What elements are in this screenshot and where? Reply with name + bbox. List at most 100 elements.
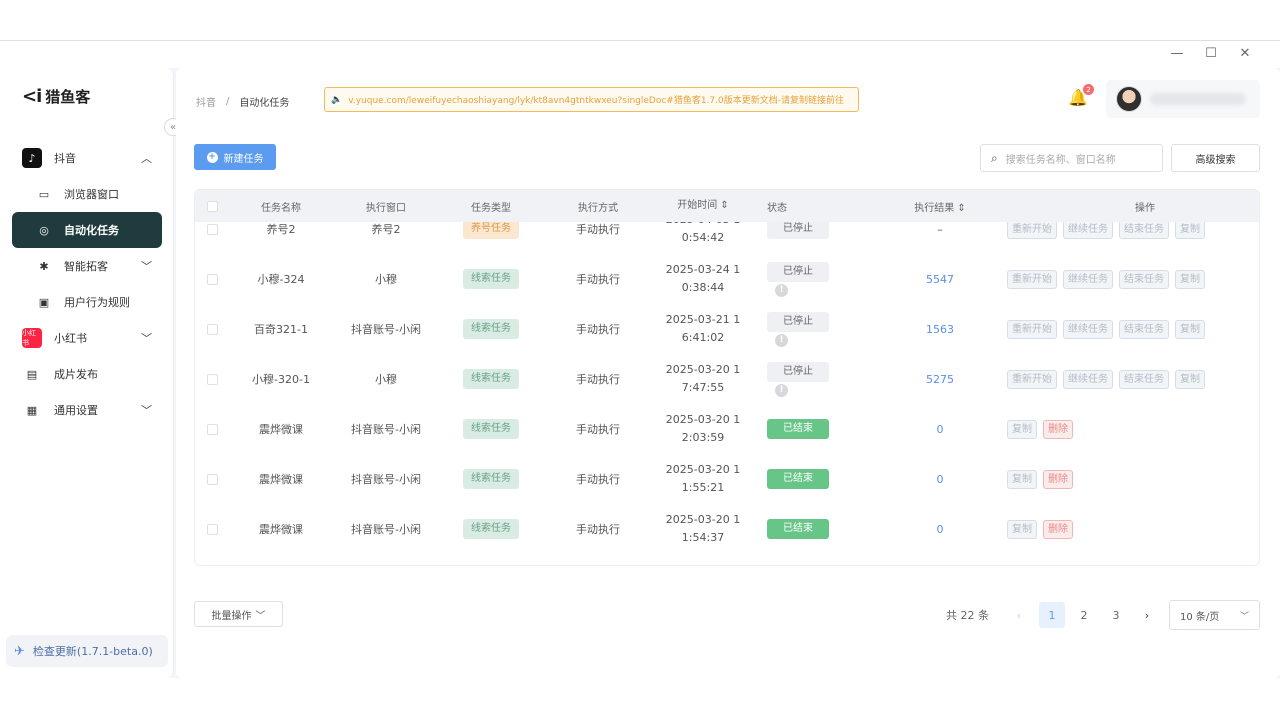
action-button-copy[interactable]: 复制: [1175, 269, 1205, 289]
page-3[interactable]: 3: [1103, 602, 1129, 628]
action-button-end[interactable]: 结束任务: [1119, 269, 1169, 289]
task-result[interactable]: 0: [895, 523, 985, 536]
task-actions: 复制 删除: [1007, 469, 1259, 489]
action-button-restart[interactable]: 重新开始: [1007, 269, 1057, 289]
task-result[interactable]: –: [895, 223, 985, 236]
row-checkbox[interactable]: [207, 373, 218, 385]
task-name: 养号2: [266, 223, 296, 236]
close-icon[interactable]: ✕: [1228, 44, 1262, 62]
update-notice-banner[interactable]: 🔈 v.yuque.com/leweifuyechaoshiayang/lyk/…: [324, 87, 859, 112]
action-button-continue[interactable]: 继续任务: [1063, 369, 1113, 389]
action-button-copy[interactable]: 复制: [1175, 222, 1205, 239]
status-badge: 已停止: [767, 222, 829, 239]
prev-page-icon[interactable]: ‹: [1007, 609, 1031, 622]
batch-label: 批量操作: [211, 610, 252, 622]
task-actions: 复制 删除: [1007, 519, 1259, 539]
user-profile[interactable]: [1106, 80, 1260, 118]
action-button-continue[interactable]: 继续任务: [1063, 269, 1113, 289]
breadcrumb-root[interactable]: 抖音: [196, 94, 216, 109]
action-button-delete[interactable]: 删除: [1043, 519, 1073, 539]
sidebar-item-browser-window[interactable]: ▭ 浏览器窗口: [12, 176, 162, 212]
sidebar-item-xiaohongshu[interactable]: 小红书 小红书 ﹀: [12, 320, 162, 356]
minimize-icon[interactable]: —: [1160, 44, 1194, 62]
page-size-select[interactable]: 10 条/页 ﹀: [1169, 600, 1260, 630]
task-result[interactable]: 5275: [895, 373, 985, 386]
sidebar-item-behavior-rules[interactable]: ▣ 用户行为规则: [12, 284, 162, 320]
action-button-end[interactable]: 结束任务: [1119, 319, 1169, 339]
row-checkbox[interactable]: [207, 323, 218, 335]
table-row[interactable]: 小穆-324 小穆 线索任务 手动执行 2025-03-24 1 0:38:44 已停止! 5…: [195, 254, 1259, 304]
action-button-restart[interactable]: 重新开始: [1007, 319, 1057, 339]
row-checkbox[interactable]: [207, 273, 218, 285]
search-input[interactable]: ⌕ 搜索任务名称、窗口名称: [980, 144, 1163, 172]
table-row[interactable]: 小穆-320-1 小穆 线索任务 手动执行 2025-03-20 1 7:47:55 已停止…: [195, 354, 1259, 404]
column-header-start-time[interactable]: 开始时间 ⇕: [653, 197, 753, 215]
advanced-search-button[interactable]: 高级搜索: [1171, 144, 1260, 172]
page-2[interactable]: 2: [1071, 602, 1097, 628]
column-header-result[interactable]: 执行结果 ⇕: [895, 199, 985, 214]
table-row[interactable]: 震烨微课 抖音账号-小闲 线索任务 手动执行 2025-03-20 1 1:54:37 已结…: [195, 504, 1259, 554]
action-button-restart[interactable]: 重新开始: [1007, 222, 1057, 239]
new-task-button[interactable]: + 新建任务: [194, 144, 276, 170]
action-button-delete[interactable]: 删除: [1043, 469, 1073, 489]
task-type-tag: 线索任务: [463, 369, 519, 389]
table-row[interactable]: 百奇321-1 抖音账号-小闲 线索任务 手动执行 2025-03-21 1 6:41:0…: [195, 304, 1259, 354]
task-result[interactable]: 1563: [895, 323, 985, 336]
task-actions: 复制 删除: [1007, 419, 1259, 439]
action-button-continue[interactable]: 继续任务: [1063, 222, 1113, 239]
table-row[interactable]: 震烨微课 抖音账号-小闲 线索任务 手动执行 2025-03-20 1 2:03:59 已结…: [195, 404, 1259, 454]
action-button-continue[interactable]: 继续任务: [1063, 319, 1113, 339]
maximize-icon[interactable]: ☐: [1194, 44, 1228, 62]
row-checkbox[interactable]: [207, 223, 218, 235]
action-button-copy[interactable]: 复制: [1007, 469, 1037, 489]
automation-icon: ◎: [39, 223, 49, 237]
task-type: 线索任务: [445, 469, 537, 489]
action-button-restart[interactable]: 重新开始: [1007, 369, 1057, 389]
window-controls: — ☐ ✕: [1160, 44, 1262, 62]
info-icon[interactable]: !: [775, 283, 788, 297]
action-button-copy[interactable]: 复制: [1175, 319, 1205, 339]
sidebar-item-douyin[interactable]: ♪ 抖音 ︿: [12, 140, 162, 176]
task-type-tag: 线索任务: [463, 419, 519, 439]
task-result[interactable]: 0: [895, 473, 985, 486]
sidebar-item-smart-prospecting[interactable]: ✱ 智能拓客 ﹀: [12, 248, 162, 284]
breadcrumb-separator: /: [226, 96, 230, 107]
info-icon[interactable]: !: [775, 333, 788, 347]
status-badge: 已结束: [767, 419, 829, 439]
action-button-copy[interactable]: 复制: [1175, 369, 1205, 389]
action-button-delete[interactable]: 删除: [1043, 419, 1073, 439]
sidebar-item-label: 浏览器窗口: [64, 188, 119, 201]
row-checkbox[interactable]: [207, 523, 218, 535]
task-result[interactable]: 0: [895, 423, 985, 436]
select-all-checkbox[interactable]: [207, 200, 218, 212]
sidebar-item-general-settings[interactable]: ▦ 通用设置 ﹀: [12, 392, 162, 428]
action-button-end[interactable]: 结束任务: [1119, 369, 1169, 389]
avatar: [1116, 86, 1142, 112]
notification-button[interactable]: 🔔 2: [1068, 84, 1094, 110]
sidebar-item-automation-task[interactable]: ◎ 自动化任务: [12, 212, 162, 248]
row-checkbox[interactable]: [207, 473, 218, 485]
logo-text: 猎鱼客: [45, 88, 91, 106]
speaker-icon: 🔈: [331, 94, 343, 105]
sidebar: <i 猎鱼客 ♪ 抖音 ︿ ▭ 浏览器窗口 ◎ 自动化任务 ✱ 智能拓客 ﹀ ▣…: [0, 68, 174, 678]
action-button-copy[interactable]: 复制: [1007, 519, 1037, 539]
sort-icon[interactable]: ⇕: [957, 203, 965, 214]
table-row[interactable]: 震烨微课 抖音账号-小闲 线索任务 手动执行 2025-03-20 1 1:55:21 已结…: [195, 454, 1259, 504]
action-button-copy[interactable]: 复制: [1007, 419, 1037, 439]
action-button-end[interactable]: 结束任务: [1119, 222, 1169, 239]
logo-mark-icon: <i: [22, 86, 42, 107]
batch-actions-dropdown[interactable]: 批量操作 ﹀: [194, 601, 283, 627]
task-status: 已结束: [767, 469, 847, 489]
page-1[interactable]: 1: [1039, 602, 1065, 628]
table-row[interactable]: 养号2 养号2 养号任务 手动执行 2025-04-03 10:54:42 已停止 – 重新开…: [195, 222, 1259, 254]
task-type-tag: 养号任务: [463, 222, 519, 239]
check-update-button[interactable]: ✈ 检查更新(1.7.1-beta.0): [6, 635, 168, 667]
next-page-icon[interactable]: ›: [1135, 609, 1159, 622]
sort-icon[interactable]: ⇕: [720, 200, 728, 211]
sidebar-item-video-publish[interactable]: ▤ 成片发布: [12, 356, 162, 392]
task-status: 已停止!: [767, 361, 847, 397]
info-icon[interactable]: !: [775, 383, 788, 397]
row-checkbox[interactable]: [207, 423, 218, 435]
task-start-time: 2025-03-24 1 0:38:44: [665, 263, 741, 294]
task-result[interactable]: 5547: [895, 273, 985, 286]
